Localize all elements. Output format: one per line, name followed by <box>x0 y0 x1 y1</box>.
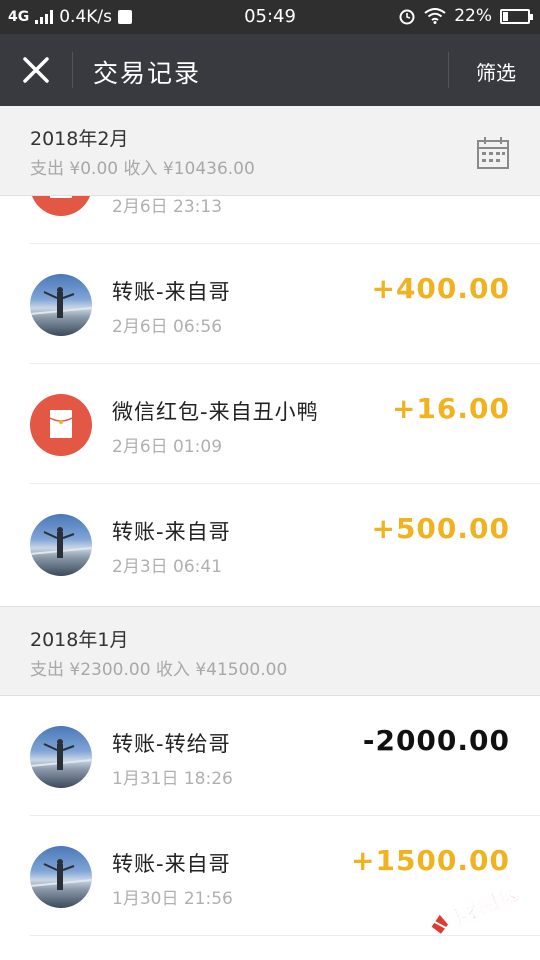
transaction-amount: +400.00 <box>371 272 510 305</box>
watermark-logo: 卡农社区 <box>431 883 521 934</box>
nav-divider-right <box>448 52 449 88</box>
transaction-title: 转账-来自哥 <box>112 520 231 544</box>
page-title: 交易记录 <box>93 59 202 88</box>
transaction-title: 转账-来自哥 <box>112 852 231 876</box>
svg-text:卡农社区: 卡农社区 <box>446 883 521 929</box>
transaction-row[interactable]: 转账-来自哥 2月3日 06:41 +500.00 <box>0 484 540 604</box>
month-title: 2018年1月 <box>30 629 129 651</box>
transaction-row[interactable]: 2月6日 23:13 <box>0 196 540 244</box>
calendar-icon[interactable] <box>476 136 510 170</box>
transaction-amount: +1500.00 <box>351 844 510 877</box>
transaction-row[interactable]: 微信红包-来自丑小鸭 2月6日 01:09 +16.00 <box>0 364 540 484</box>
transaction-list-feb: 2月6日 23:13 转账-来自哥 2月6日 06:56 +400.00 微信红… <box>0 196 540 606</box>
transaction-time: 2月6日 01:09 <box>112 437 223 457</box>
transaction-time: 1月31日 18:26 <box>112 769 233 789</box>
month-summary: 支出 ¥2300.00 收入 ¥41500.00 <box>30 660 288 680</box>
transaction-time: 2月6日 06:56 <box>112 317 223 337</box>
status-right: 22% <box>398 6 533 26</box>
status-bar: 4G 0.4K/s 05:49 22% <box>0 0 540 34</box>
battery-percent: 22% <box>454 6 492 26</box>
avatar <box>30 274 92 336</box>
transaction-time: 2月6日 23:13 <box>112 197 223 217</box>
alarm-icon <box>399 9 415 25</box>
transaction-row[interactable]: 转账-来自哥 2月6日 06:56 +400.00 <box>0 244 540 364</box>
nav-bar: 交易记录 筛选 <box>0 34 540 106</box>
avatar <box>30 846 92 908</box>
avatar <box>30 514 92 576</box>
transaction-amount: -2000.00 <box>362 724 510 757</box>
month-summary: 支出 ¥0.00 收入 ¥10436.00 <box>30 159 255 179</box>
avatar <box>30 726 92 788</box>
transaction-row[interactable]: 转账-转给哥 1月31日 18:26 -2000.00 <box>0 696 540 816</box>
red-packet-icon <box>30 196 92 216</box>
close-icon[interactable] <box>18 52 54 88</box>
transaction-title: 微信红包-来自丑小鸭 <box>112 400 319 424</box>
transaction-title: 转账-来自哥 <box>112 280 231 304</box>
battery-fill <box>503 11 508 21</box>
filter-button[interactable]: 筛选 <box>476 57 516 86</box>
transaction-title: 转账-转给哥 <box>112 732 231 756</box>
nav-divider <box>72 52 73 88</box>
battery-icon <box>500 8 533 24</box>
red-packet-icon <box>30 394 92 456</box>
transaction-time: 2月3日 06:41 <box>112 557 223 577</box>
wifi-icon <box>424 8 446 24</box>
month-header[interactable]: 2018年1月 支出 ¥2300.00 收入 ¥41500.00 <box>0 606 540 696</box>
transaction-amount: +16.00 <box>391 392 510 425</box>
month-header[interactable]: 2018年2月 支出 ¥0.00 收入 ¥10436.00 <box>0 106 540 196</box>
transaction-time: 1月30日 21:56 <box>112 889 233 909</box>
transaction-amount: +500.00 <box>371 512 510 545</box>
month-title: 2018年2月 <box>30 128 129 150</box>
